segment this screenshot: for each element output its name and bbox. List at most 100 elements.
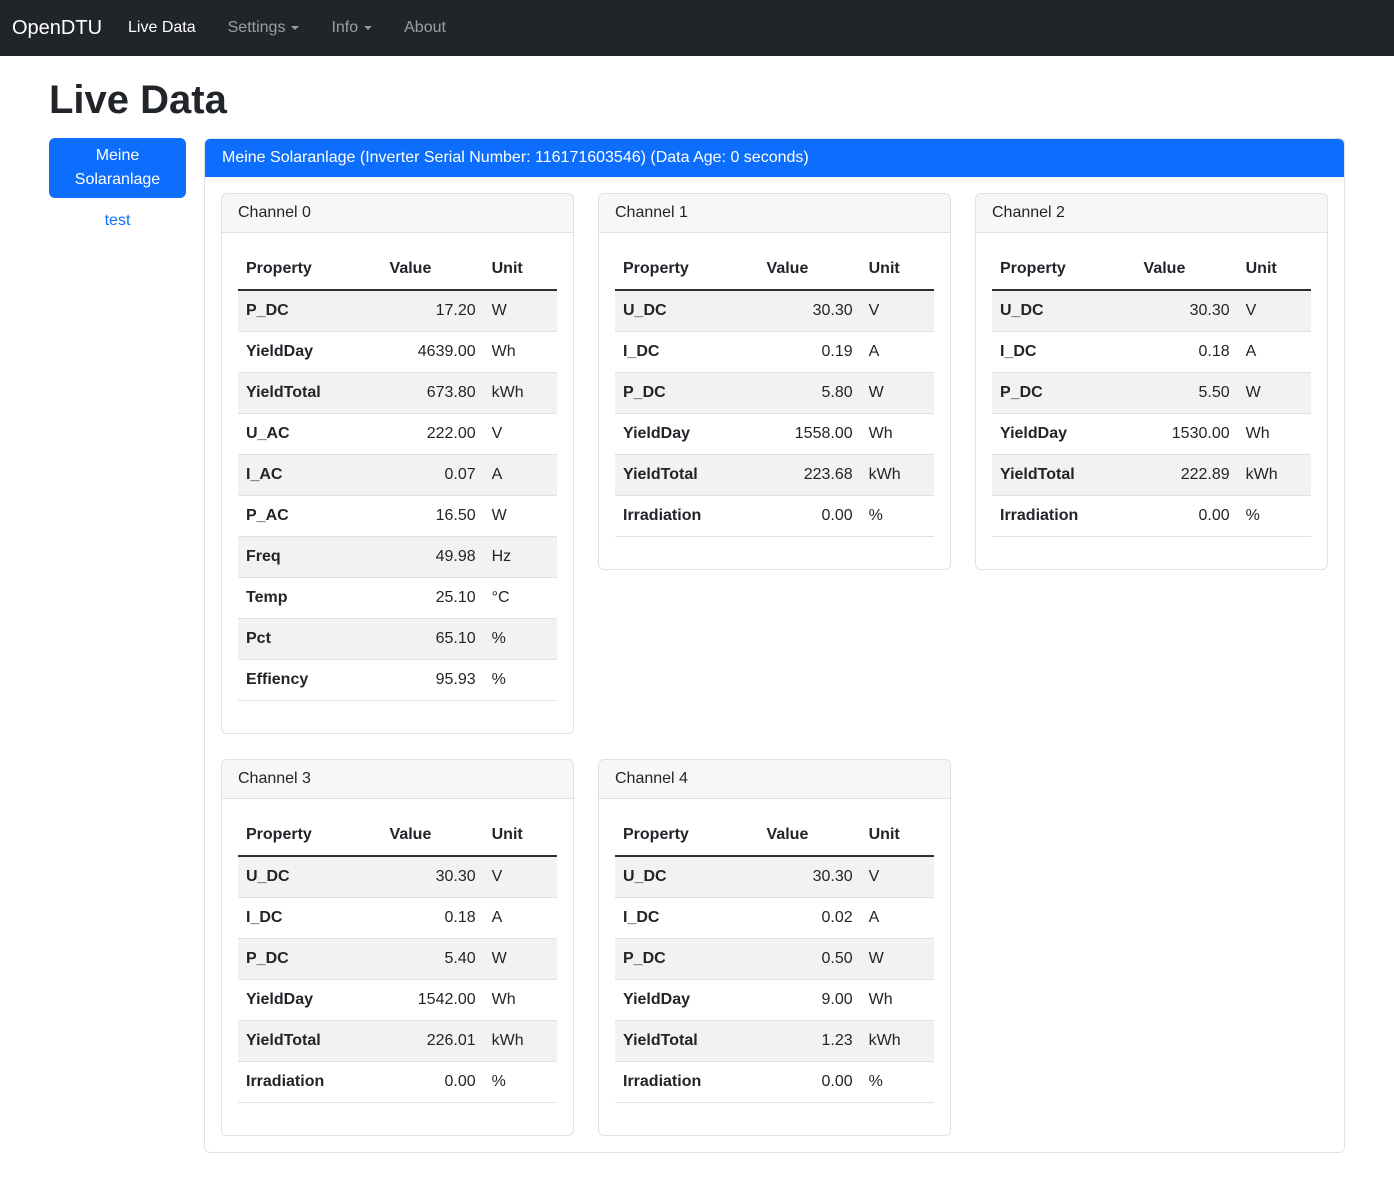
unit-cell: V xyxy=(861,856,934,898)
page-title: Live Data xyxy=(49,76,1345,124)
unit-cell: kWh xyxy=(861,1021,934,1062)
col-header-value: Value xyxy=(1136,249,1238,290)
nav-item-label: About xyxy=(404,19,446,36)
channel-card: Channel 1PropertyValueUnitU_DC30.30VI_DC… xyxy=(598,193,951,570)
channel-card: Channel 0PropertyValueUnitP_DC17.20WYiel… xyxy=(221,193,574,734)
property-cell: Irradiation xyxy=(615,496,759,537)
unit-cell: kWh xyxy=(484,1021,557,1062)
table-row: P_DC5.80W xyxy=(615,373,934,414)
property-cell: P_DC xyxy=(615,939,759,980)
table-row: I_DC0.02A xyxy=(615,898,934,939)
value-cell: 1530.00 xyxy=(1136,414,1238,455)
value-cell: 5.40 xyxy=(382,939,484,980)
property-cell: Freq xyxy=(238,537,382,578)
property-cell: YieldDay xyxy=(238,980,382,1021)
inverter-card-body: Channel 0PropertyValueUnitP_DC17.20WYiel… xyxy=(205,177,1344,1152)
property-cell: I_DC xyxy=(992,332,1136,373)
property-cell: YieldTotal xyxy=(615,1021,759,1062)
unit-cell: kWh xyxy=(861,455,934,496)
table-row: P_DC0.50W xyxy=(615,939,934,980)
property-cell: U_DC xyxy=(615,856,759,898)
table-row: YieldDay4639.00Wh xyxy=(238,332,557,373)
property-cell: YieldDay xyxy=(615,414,759,455)
property-cell: P_AC xyxy=(238,496,382,537)
value-cell: 30.30 xyxy=(759,856,861,898)
top-navbar: OpenDTU Live Data Settings Info About xyxy=(0,0,1394,56)
value-cell: 0.18 xyxy=(1136,332,1238,373)
value-cell: 5.50 xyxy=(1136,373,1238,414)
value-cell: 30.30 xyxy=(759,290,861,332)
page-container: Live Data Meine Solaranlage test Meine S… xyxy=(37,76,1357,1193)
value-cell: 223.68 xyxy=(759,455,861,496)
value-cell: 65.10 xyxy=(382,619,484,660)
table-row: YieldDay9.00Wh xyxy=(615,980,934,1021)
property-cell: Pct xyxy=(238,619,382,660)
value-cell: 0.00 xyxy=(759,1062,861,1103)
col-header-value: Value xyxy=(759,815,861,856)
property-cell: YieldDay xyxy=(615,980,759,1021)
table-row: P_DC5.40W xyxy=(238,939,557,980)
brand-logo[interactable]: OpenDTU xyxy=(12,17,102,40)
col-header-property: Property xyxy=(238,815,382,856)
unit-cell: Wh xyxy=(861,980,934,1021)
content-row: Meine Solaranlage test Meine Solaranlage… xyxy=(49,138,1345,1193)
inverter-sidebar: Meine Solaranlage test xyxy=(49,138,186,234)
property-cell: Irradiation xyxy=(615,1062,759,1103)
property-cell: YieldTotal xyxy=(615,455,759,496)
table-row: YieldDay1558.00Wh xyxy=(615,414,934,455)
channel-card: Channel 2PropertyValueUnitU_DC30.30VI_DC… xyxy=(975,193,1328,570)
table-row: YieldTotal673.80kWh xyxy=(238,373,557,414)
table-header-row: PropertyValueUnit xyxy=(238,815,557,856)
property-cell: P_DC xyxy=(615,373,759,414)
col-header-value: Value xyxy=(382,249,484,290)
nav-item-about[interactable]: About xyxy=(388,11,462,45)
table-row: P_AC16.50W xyxy=(238,496,557,537)
table-row: YieldTotal226.01kWh xyxy=(238,1021,557,1062)
unit-cell: Wh xyxy=(484,332,557,373)
table-row: P_DC5.50W xyxy=(992,373,1311,414)
col-header-unit: Unit xyxy=(861,249,934,290)
unit-cell: W xyxy=(861,939,934,980)
channel-data-table: PropertyValueUnitU_DC30.30VI_DC0.18AP_DC… xyxy=(238,815,557,1103)
table-row: YieldDay1530.00Wh xyxy=(992,414,1311,455)
property-cell: P_DC xyxy=(238,290,382,332)
value-cell: 0.18 xyxy=(382,898,484,939)
value-cell: 30.30 xyxy=(1136,290,1238,332)
unit-cell: W xyxy=(1238,373,1311,414)
table-row: Irradiation0.00% xyxy=(615,1062,934,1103)
table-header-row: PropertyValueUnit xyxy=(615,815,934,856)
unit-cell: A xyxy=(861,332,934,373)
nav-item-label: Settings xyxy=(228,19,286,36)
chevron-down-icon xyxy=(364,26,372,30)
unit-cell: A xyxy=(861,898,934,939)
table-row: P_DC17.20W xyxy=(238,290,557,332)
nav-item-live-data[interactable]: Live Data xyxy=(112,11,212,45)
unit-cell: % xyxy=(861,496,934,537)
unit-cell: W xyxy=(484,496,557,537)
inverter-link-test[interactable]: test xyxy=(49,208,186,234)
col-header-unit: Unit xyxy=(861,815,934,856)
table-row: YieldDay1542.00Wh xyxy=(238,980,557,1021)
channel-card-body: PropertyValueUnitU_DC30.30VI_DC0.19AP_DC… xyxy=(599,233,950,569)
value-cell: 16.50 xyxy=(382,496,484,537)
property-cell: U_AC xyxy=(238,414,382,455)
inverter-select-button[interactable]: Meine Solaranlage xyxy=(49,138,186,198)
unit-cell: % xyxy=(484,1062,557,1103)
unit-cell: V xyxy=(1238,290,1311,332)
nav-item-settings[interactable]: Settings xyxy=(212,11,316,45)
value-cell: 0.02 xyxy=(759,898,861,939)
value-cell: 0.00 xyxy=(382,1062,484,1103)
property-cell: U_DC xyxy=(615,290,759,332)
table-row: Freq49.98Hz xyxy=(238,537,557,578)
channel-card-title: Channel 3 xyxy=(222,760,573,799)
channel-card: Channel 4PropertyValueUnitU_DC30.30VI_DC… xyxy=(598,759,951,1136)
table-header-row: PropertyValueUnit xyxy=(615,249,934,290)
value-cell: 222.00 xyxy=(382,414,484,455)
unit-cell: A xyxy=(484,455,557,496)
property-cell: YieldTotal xyxy=(992,455,1136,496)
channel-card-title: Channel 2 xyxy=(976,194,1327,233)
property-cell: I_DC xyxy=(615,898,759,939)
value-cell: 95.93 xyxy=(382,660,484,701)
value-cell: 226.01 xyxy=(382,1021,484,1062)
nav-item-info[interactable]: Info xyxy=(315,11,388,45)
